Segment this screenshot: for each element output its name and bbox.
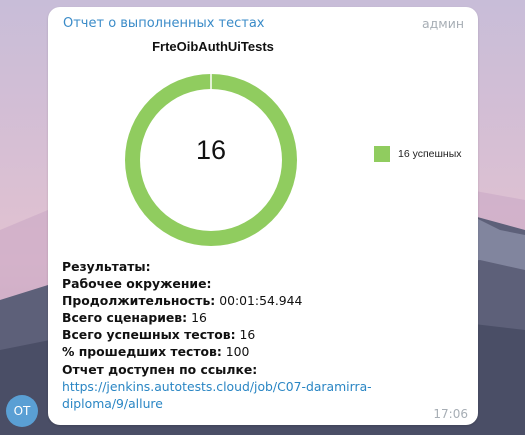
message-time: 17:06 (433, 407, 468, 421)
chart-card[interactable]: FrteOibAuthUiTests 16 16 успешных (48, 35, 478, 255)
sender-name[interactable]: Отчет о выполненных тестах (63, 16, 265, 31)
results-heading: Результаты: (62, 259, 151, 274)
chart-center-value: 16 (195, 135, 227, 165)
avatar-initials: ОТ (13, 404, 31, 418)
link-label-line: Отчет доступен по ссылке: (62, 361, 258, 377)
report-link[interactable]: https://jenkins.autotests.cloud/job/C07-… (62, 378, 462, 412)
legend-swatch (374, 146, 390, 162)
passed-line: Всего успешных тестов: 16 (62, 327, 256, 343)
sender-role-badge: админ (421, 16, 464, 31)
environment-line: Рабочее окружение: (62, 276, 212, 292)
chart-legend: 16 успешных (374, 146, 462, 162)
sender-avatar[interactable]: ОТ (6, 395, 38, 427)
duration-line: Продолжительность: 00:01:54.944 (62, 293, 303, 309)
scenarios-line: Всего сценариев: 16 (62, 310, 207, 326)
message-bubble[interactable]: Отчет о выполненных тестах админ FrteOib… (48, 7, 478, 425)
report-text: Результаты: Рабочее окружение: Продолжит… (62, 258, 462, 412)
percent-line: % прошедших тестов: 100 (62, 344, 250, 360)
legend-label: 16 успешных (398, 148, 462, 160)
